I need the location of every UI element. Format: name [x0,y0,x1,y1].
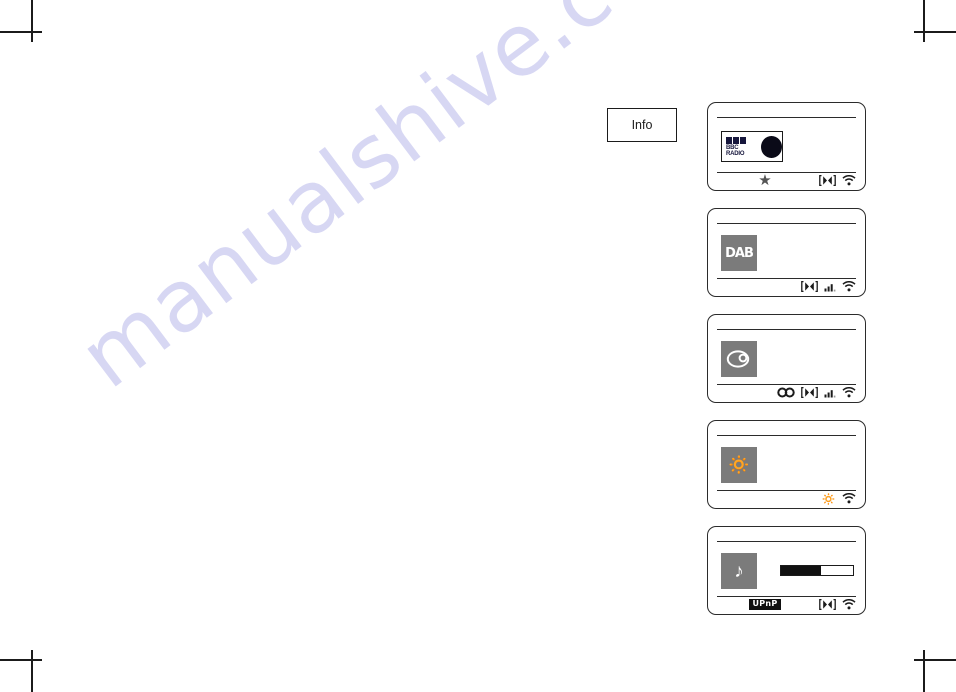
music-note-icon: ♪ [734,560,744,582]
screen-divider-top [717,223,856,225]
bbc-radio-dot-icon [761,135,782,158]
artwork-cd-disc [721,341,757,377]
wifi-icon [842,281,856,292]
status-bar: 🔅 [717,491,856,506]
crop-mark-bottom-left-vertical [31,650,33,692]
display-screen-upnp: ♪ UPnP [707,526,866,615]
signal-strength-icon [824,387,836,398]
cd-disc-icon [726,350,750,368]
stereo-icon [801,281,818,292]
repeat-icon [777,387,795,398]
wifi-icon [842,599,856,610]
display-screen-dab: DAB [707,208,866,297]
status-bar [717,385,856,400]
screen-divider-top [717,117,856,119]
stereo-icon [819,175,836,186]
info-callout-box: Info [607,108,677,142]
crop-mark-bottom-right-vertical [923,650,925,692]
stereo-icon [801,387,818,398]
status-bar [717,279,856,294]
artwork-music-note: ♪ [721,553,757,589]
wifi-icon [842,175,856,186]
display-screen-bluetooth: 🔅 🔅 [707,420,866,509]
bluetooth-icon: 🔅 [821,491,836,506]
dab-wordmark-text: DAB [725,245,754,261]
crop-mark-bottom-right-horizontal [914,659,956,661]
stereo-icon [819,599,836,610]
crop-mark-top-left-horizontal [0,31,42,33]
wifi-icon [842,493,856,504]
bbc-radio-text: BBC RADIO [726,144,745,157]
info-callout-label: Info [631,118,653,132]
artwork-bbc-radio-logo: BBC RADIO [721,131,783,162]
status-bar: UPnP [717,597,856,612]
bluetooth-icon: 🔅 [727,454,751,476]
upnp-badge: UPnP [749,599,781,610]
page-watermark: manualshive.com [61,0,742,408]
crop-mark-bottom-left-horizontal [0,659,42,661]
screen-divider-top [717,329,856,331]
display-screen-internet-radio: BBC RADIO ★ [707,102,866,191]
artwork-dab-logo: DAB [721,235,757,271]
playback-progress-fill [781,566,821,575]
screen-divider-top [717,435,856,437]
crop-mark-top-right-horizontal [914,31,956,33]
playback-progress-bar[interactable] [780,565,854,576]
bbc-wordmark: BBC RADIO [726,136,756,157]
bbc-blocks-icon [726,136,756,144]
signal-strength-icon [824,281,836,292]
artwork-bluetooth: 🔅 [721,447,757,483]
status-bar: ★ [717,173,856,188]
wifi-icon [842,387,856,398]
favourite-star-icon: ★ [758,172,772,189]
crop-mark-top-right-vertical [923,0,925,42]
crop-mark-top-left-vertical [31,0,33,42]
screen-divider-top [717,541,856,543]
display-screen-cd [707,314,866,403]
